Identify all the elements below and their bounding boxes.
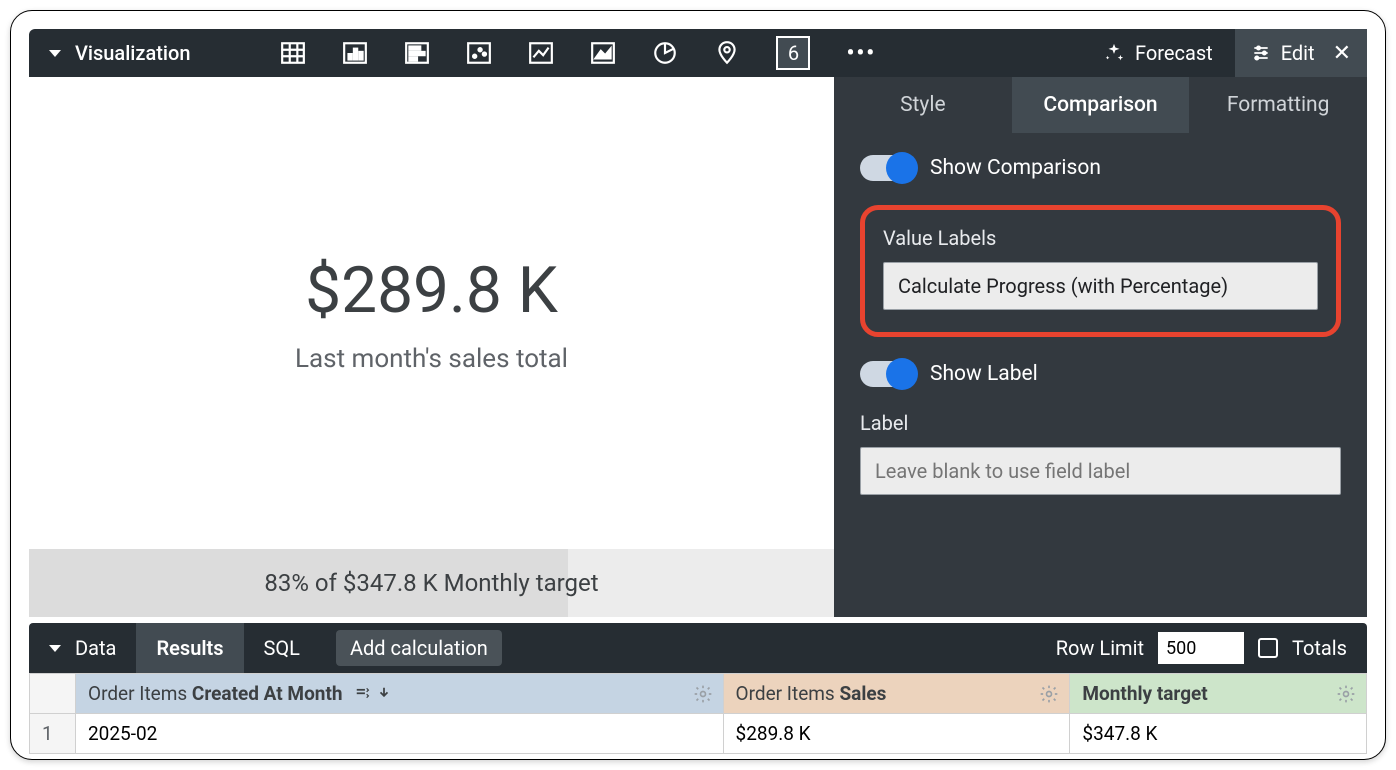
line-chart-icon[interactable] [528,40,554,66]
scatter-chart-icon[interactable] [466,40,492,66]
label-field-title: Label [860,411,1341,435]
column-header-sales[interactable]: Order Items Sales [723,674,1070,714]
show-comparison-toggle[interactable] [860,155,916,181]
caret-down-icon [49,50,61,57]
column-header-monthly-target[interactable]: Monthly target [1070,674,1367,714]
edit-label: Edit [1281,41,1315,65]
cell-target: $347.8 K [1070,714,1367,754]
rownum-header [30,674,76,714]
visualization-title: Visualization [75,41,190,65]
column-header-created-at-month[interactable]: Order Items Created At Month [76,674,724,714]
edit-panel: Style Comparison Formatting Show Compari… [834,77,1367,617]
results-table: Order Items Created At Month Order Items… [29,673,1367,754]
comparison-progress-bar: 83% of $347.8 K Monthly target [29,549,834,617]
progress-label: 83% of $347.8 K Monthly target [264,569,598,597]
show-label-label: Show Label [930,362,1038,386]
edit-button[interactable]: Edit ✕ [1235,29,1367,77]
visualization-toolbar: Visualization 6 ••• Forecast [29,29,1367,77]
value-labels-title: Value Labels [883,226,1318,250]
caret-down-icon [49,645,61,652]
map-chart-icon[interactable] [714,40,740,66]
pivot-icon[interactable] [353,686,371,700]
pie-chart-icon[interactable] [652,40,678,66]
forecast-label: Forecast [1135,41,1213,65]
gear-icon[interactable] [693,684,713,704]
cell-sales: $289.8 K [723,714,1070,754]
tab-sql[interactable]: SQL [244,623,320,673]
tab-results[interactable]: Results [136,623,243,673]
row-number: 1 [30,714,76,754]
column-chart-icon[interactable] [342,40,368,66]
sort-desc-icon[interactable] [377,685,391,701]
data-toolbar: Data Results SQL Add calculation Row Lim… [29,623,1367,673]
close-icon[interactable]: ✕ [1325,41,1351,66]
single-value-number: $289.8 K [305,253,558,328]
tab-comparison[interactable]: Comparison [1012,77,1190,133]
table-row: 1 2025-02 $289.8 K $347.8 K [30,714,1367,754]
value-labels-select[interactable]: Calculate Progress (with Percentage) [883,262,1318,310]
row-limit-label: Row Limit [1056,636,1144,660]
more-visualizations-icon[interactable]: ••• [846,41,876,66]
data-title: Data [75,636,116,660]
value-labels-section: Value Labels Calculate Progress (with Pe… [860,205,1341,337]
gear-icon[interactable] [1039,684,1059,704]
label-input[interactable] [860,447,1341,495]
gear-icon[interactable] [1336,684,1356,704]
single-value-chart-icon[interactable]: 6 [776,36,810,70]
add-calculation-button[interactable]: Add calculation [336,630,502,666]
cell-month: 2025-02 [76,714,724,754]
tab-style[interactable]: Style [834,77,1012,133]
bar-chart-icon[interactable] [404,40,430,66]
totals-label: Totals [1292,636,1347,660]
visualization-collapse[interactable]: Visualization [29,41,210,65]
row-limit-input[interactable] [1158,632,1244,664]
sparkle-icon [1103,42,1125,64]
table-chart-icon[interactable] [280,40,306,66]
forecast-button[interactable]: Forecast [1081,29,1235,77]
visualization-canvas: $289.8 K Last month's sales total 83% of… [29,77,834,617]
data-collapse[interactable]: Data [29,623,136,673]
show-label-toggle[interactable] [860,361,916,387]
totals-checkbox[interactable] [1258,638,1278,658]
show-comparison-label: Show Comparison [930,156,1101,180]
sliders-icon [1251,43,1271,63]
tab-formatting[interactable]: Formatting [1189,77,1367,133]
single-value-subtitle: Last month's sales total [295,344,568,374]
area-chart-icon[interactable] [590,40,616,66]
